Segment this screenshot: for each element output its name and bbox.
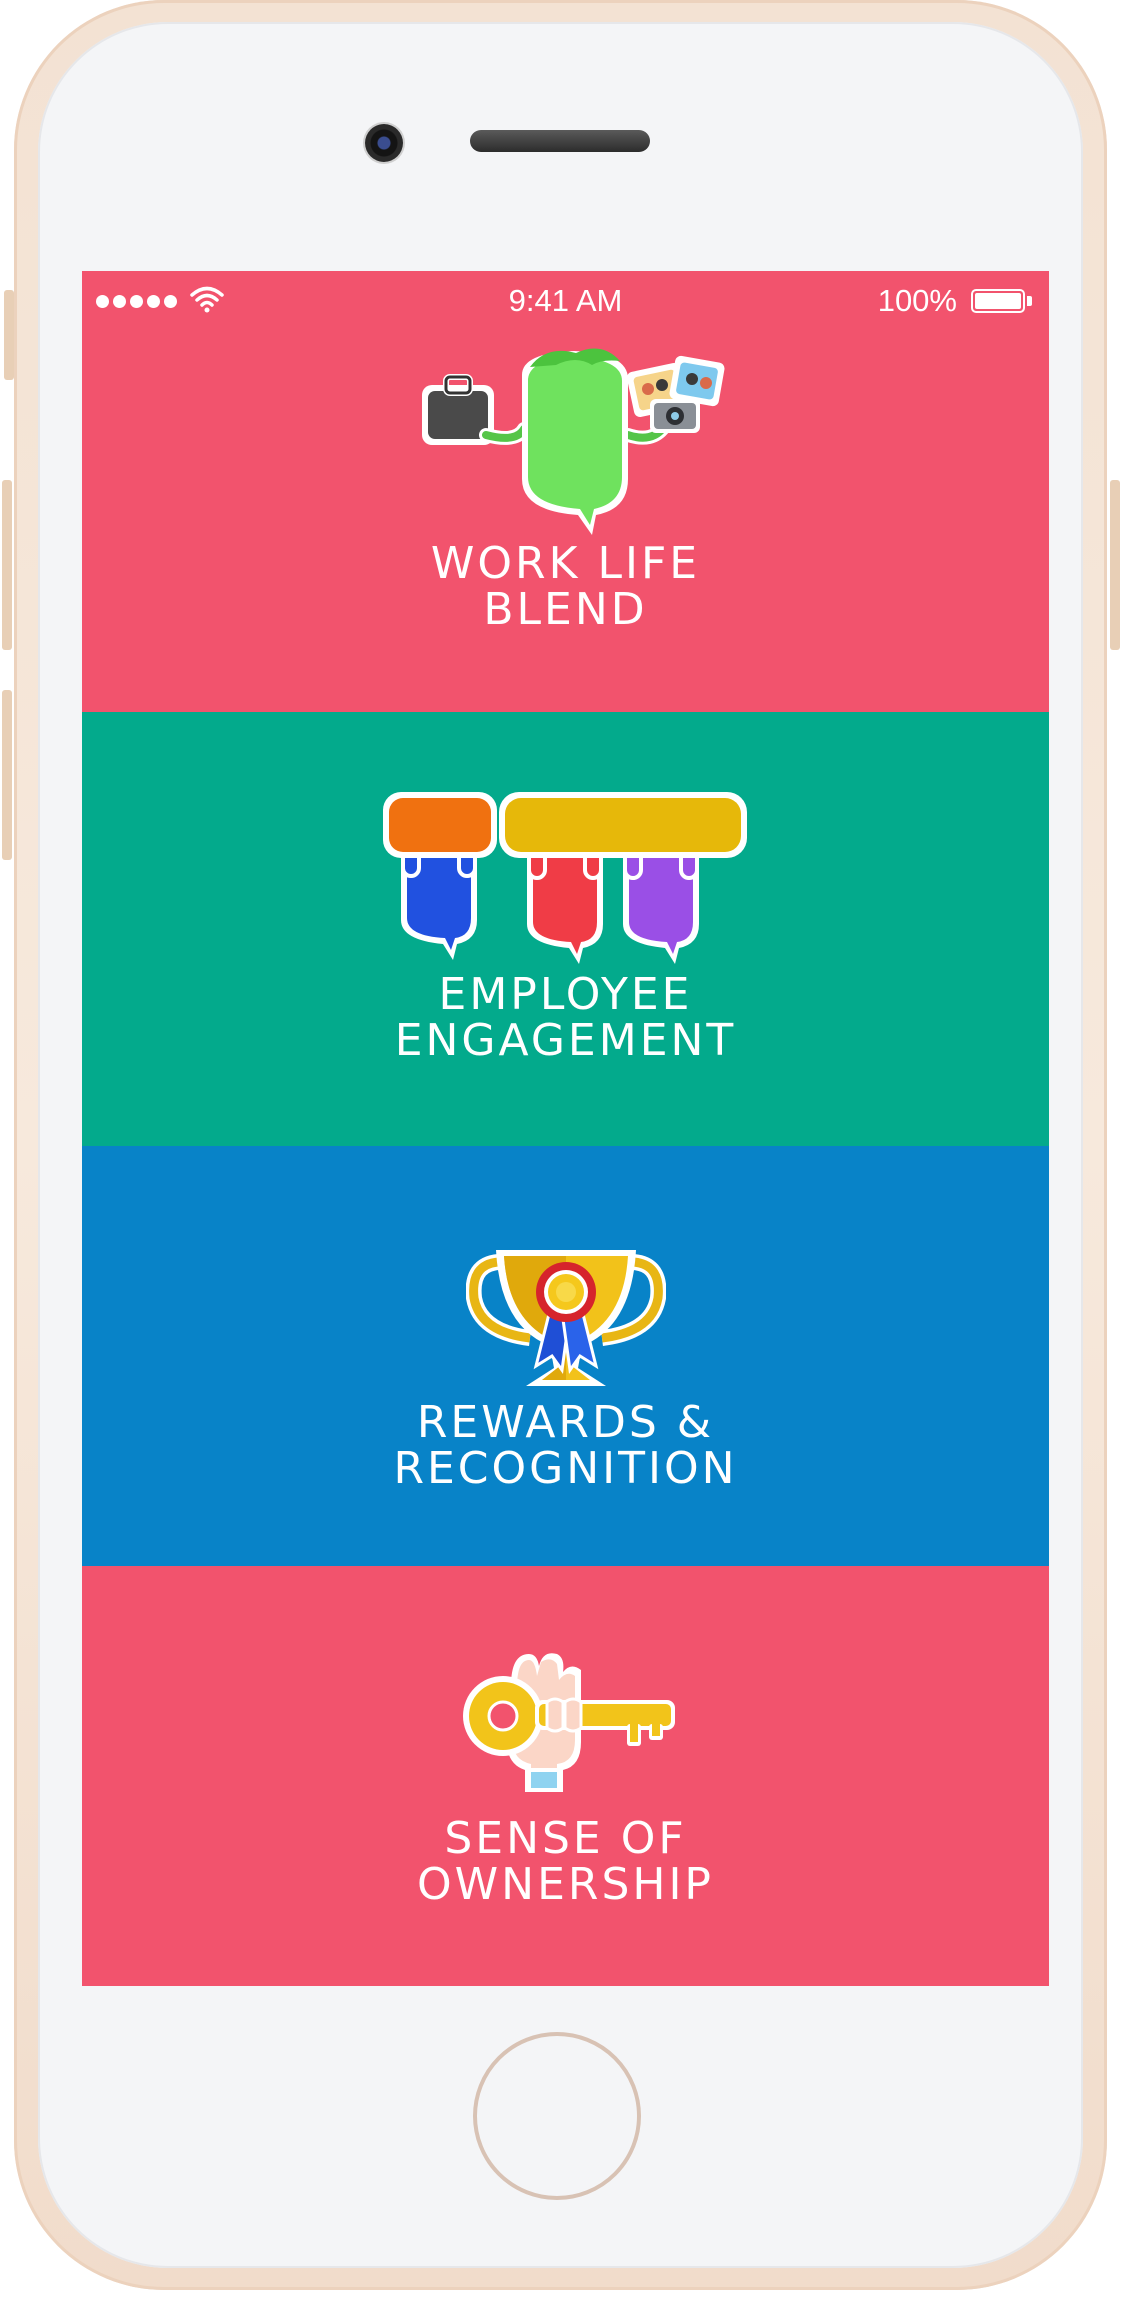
tile-title-line2: BLEND — [483, 584, 648, 635]
status-bar: 9:41 AM 100% — [82, 271, 1049, 331]
battery-icon — [971, 289, 1025, 313]
volume-up-button — [2, 480, 12, 650]
work-life-blend-icon — [421, 348, 724, 535]
earpiece-speaker — [470, 130, 650, 152]
tile-title-line2: RECOGNITION — [393, 1443, 738, 1494]
battery-percentage: 100% — [877, 283, 957, 318]
tile-title-line2: ENGAGEMENT — [394, 1015, 737, 1066]
tile-title-line1: SENSE OF — [444, 1813, 687, 1864]
tile-employee-engagement[interactable]: EMPLOYEE ENGAGEMENT — [82, 712, 1049, 1146]
tile-title-line1: WORK LIFE — [430, 538, 701, 589]
tile-sense-of-ownership[interactable]: SENSE OF OWNERSHIP — [82, 1566, 1049, 1986]
tile-rewards-recognition[interactable]: REWARDS & RECOGNITION — [82, 1146, 1049, 1566]
power-button — [1110, 480, 1120, 650]
volume-down-button — [2, 690, 12, 860]
home-button[interactable] — [473, 2032, 641, 2200]
tile-title-line1: REWARDS & — [416, 1397, 715, 1448]
tile-work-life-blend[interactable]: WORK LIFE BLEND — [82, 271, 1049, 712]
mute-switch — [4, 290, 14, 380]
team-holding-boards-icon — [382, 792, 747, 964]
trophy-icon — [465, 1250, 666, 1386]
front-camera — [365, 124, 403, 162]
hand-key-icon — [462, 1653, 675, 1792]
tile-title-line1: EMPLOYEE — [438, 969, 693, 1020]
tile-title-line2: OWNERSHIP — [417, 1859, 714, 1910]
app-screen: 9:41 AM 100% WORK LIFE BLEND EMPLOYEE EN… — [82, 271, 1049, 1986]
